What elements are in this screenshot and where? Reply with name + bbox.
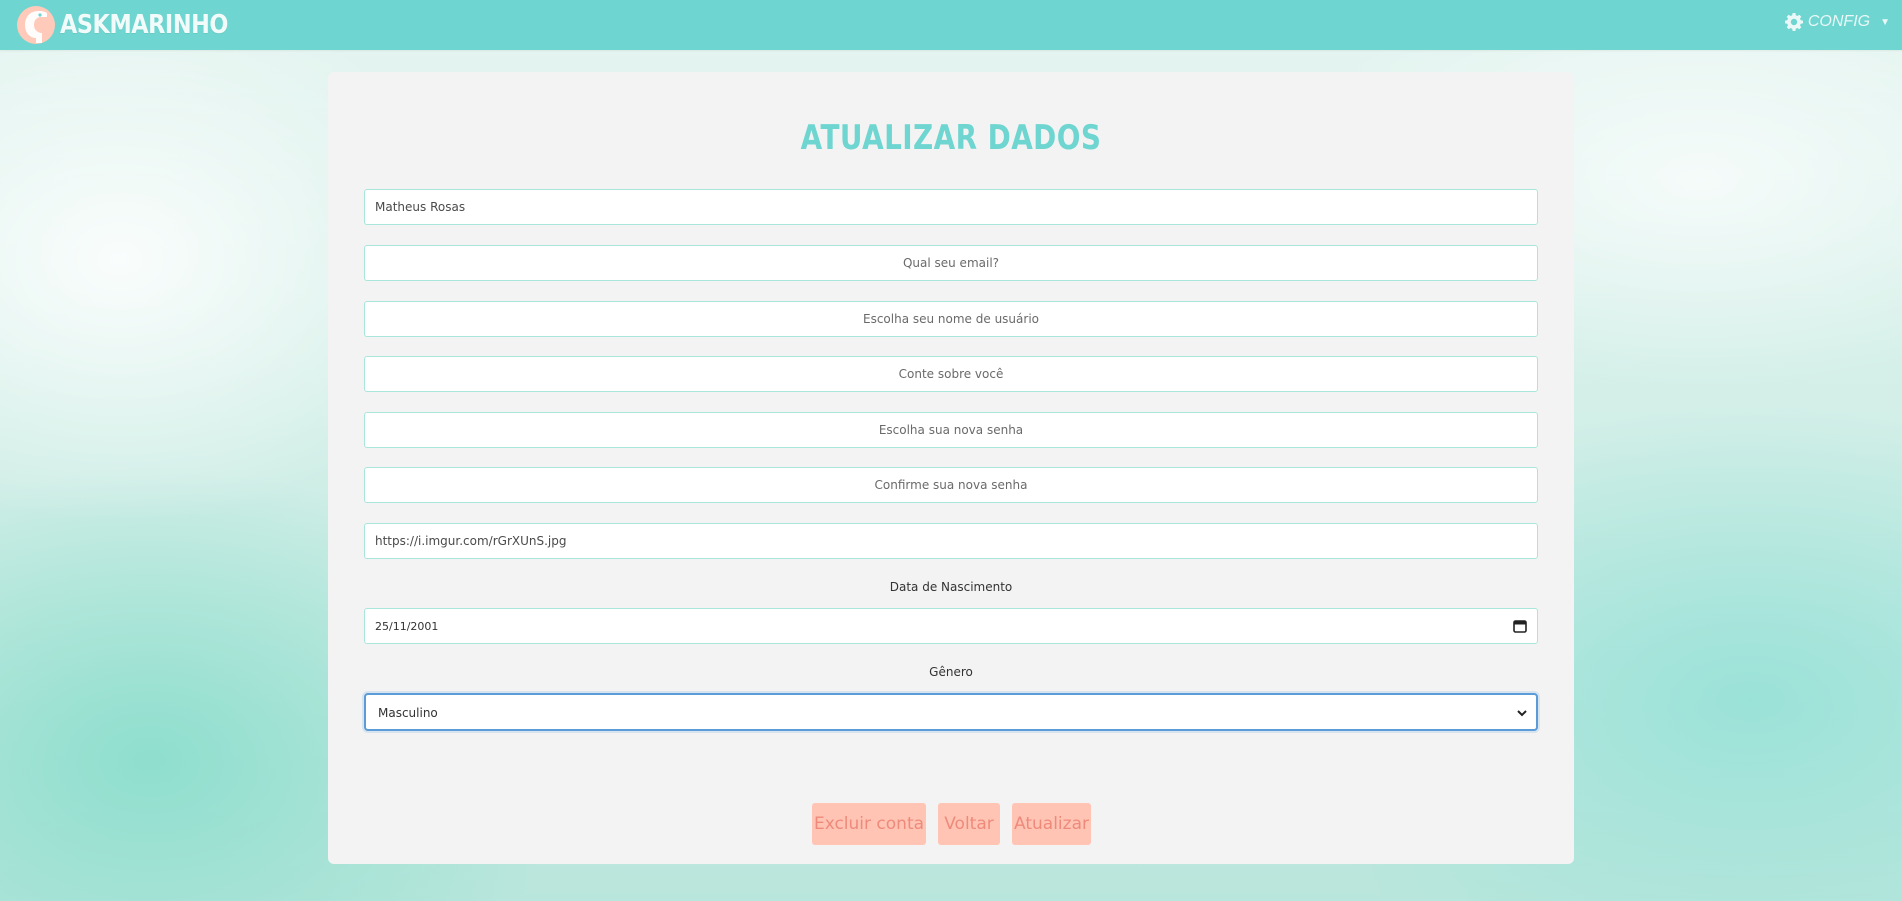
new-password-field[interactable] <box>364 412 1538 448</box>
gender-label: Gênero <box>929 665 973 679</box>
username-field[interactable] <box>364 301 1538 337</box>
gender-selected-value: Masculino <box>378 706 438 720</box>
top-navbar: ASKMARINHO CONFIG ▼ <box>0 0 1902 50</box>
brand-name: ASKMARINHO <box>60 10 228 40</box>
delete-account-button[interactable]: Excluir conta <box>812 803 926 845</box>
chevron-down-icon <box>1517 710 1527 717</box>
update-button[interactable]: Atualizar <box>1012 803 1091 845</box>
seahorse-logo-icon <box>17 6 55 44</box>
confirm-password-field[interactable] <box>364 467 1538 503</box>
brand-logo[interactable]: ASKMARINHO <box>16 5 255 45</box>
back-button[interactable]: Voltar <box>938 803 1000 845</box>
birthdate-field[interactable]: 25/11/2001 <box>364 608 1538 644</box>
email-field[interactable] <box>364 245 1538 281</box>
gender-select[interactable]: Masculino <box>364 693 1538 731</box>
config-menu-button[interactable]: CONFIG ▼ <box>1784 12 1890 32</box>
page-title: ATUALIZAR DADOS <box>800 118 1102 158</box>
bio-field[interactable] <box>364 356 1538 392</box>
gear-icon <box>1784 13 1803 31</box>
birthdate-value: 25/11/2001 <box>375 620 439 633</box>
full-name-field[interactable] <box>364 189 1538 225</box>
config-label: CONFIG <box>1807 13 1871 30</box>
calendar-icon[interactable] <box>1513 619 1527 633</box>
avatar-url-field[interactable] <box>364 523 1538 559</box>
birthdate-label: Data de Nascimento <box>889 580 1013 594</box>
caret-down-icon: ▼ <box>1880 16 1890 28</box>
